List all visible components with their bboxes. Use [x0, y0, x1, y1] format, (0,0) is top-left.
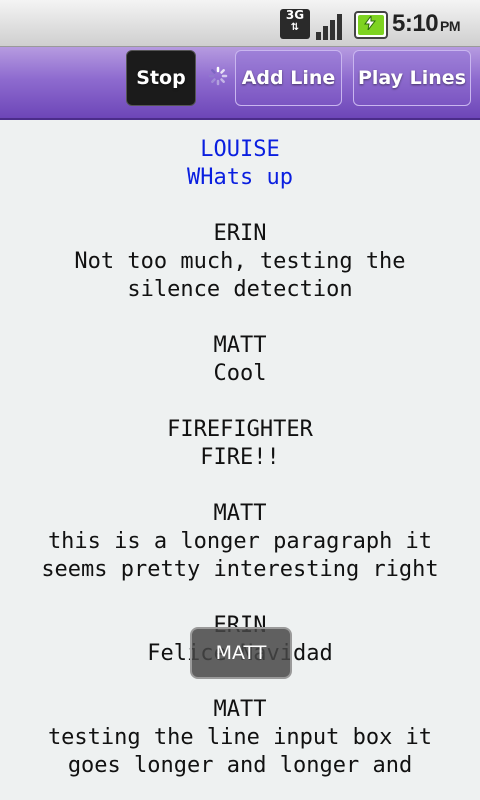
script-line[interactable]: LOUISE WHats up	[0, 136, 480, 192]
speaker-name: ERIN	[213, 221, 267, 246]
signal-strength-icon	[316, 10, 348, 40]
add-line-button[interactable]: Add Line	[235, 50, 342, 106]
stop-button[interactable]: Stop	[126, 50, 196, 106]
dialogue-text: FIRE!!	[200, 445, 280, 470]
loading-spinner-icon	[208, 66, 228, 86]
script-line[interactable]: ERIN Not too much, testing the silence d…	[0, 220, 480, 304]
dialogue-text: Not too much, testing the silence detect…	[74, 249, 406, 302]
3g-network-icon: 3G ⇅	[280, 9, 310, 39]
battery-charging-icon	[354, 11, 388, 39]
script-line[interactable]: MATT this is a longer paragraph it seems…	[0, 500, 480, 584]
clock: 5:10 PM	[392, 10, 461, 38]
speaker-name: MATT	[213, 333, 267, 358]
script-line[interactable]: MATT Cool	[0, 332, 480, 388]
speaker-name: MATT	[213, 501, 267, 526]
dialogue-text: testing the line input box it goes longe…	[47, 725, 433, 778]
dialogue-text: WHats up	[187, 165, 293, 190]
dialogue-text: this is a longer paragraph it seems pret…	[41, 529, 439, 582]
script-line[interactable]: FIREFIGHTER FIRE!!	[0, 416, 480, 472]
script-lines-list[interactable]: LOUISE WHats up ERIN Not too much, testi…	[0, 120, 480, 800]
play-lines-button[interactable]: Play Lines	[353, 50, 471, 106]
action-bar: Stop Add Line Play Lines	[0, 47, 480, 120]
speaker-name: MATT	[213, 697, 267, 722]
speaker-name: LOUISE	[200, 137, 280, 162]
clock-ampm: PM	[440, 18, 461, 34]
clock-time: 5:10	[392, 10, 439, 37]
dialogue-text: Cool	[213, 361, 267, 386]
network-type-label: 3G	[285, 8, 305, 22]
speaker-name: FIREFIGHTER	[167, 417, 313, 442]
status-bar: 3G ⇅ 5:10 PM	[0, 0, 480, 47]
toast-message: MATT	[190, 627, 292, 679]
script-line[interactable]: MATT testing the line input box it goes …	[0, 696, 480, 780]
